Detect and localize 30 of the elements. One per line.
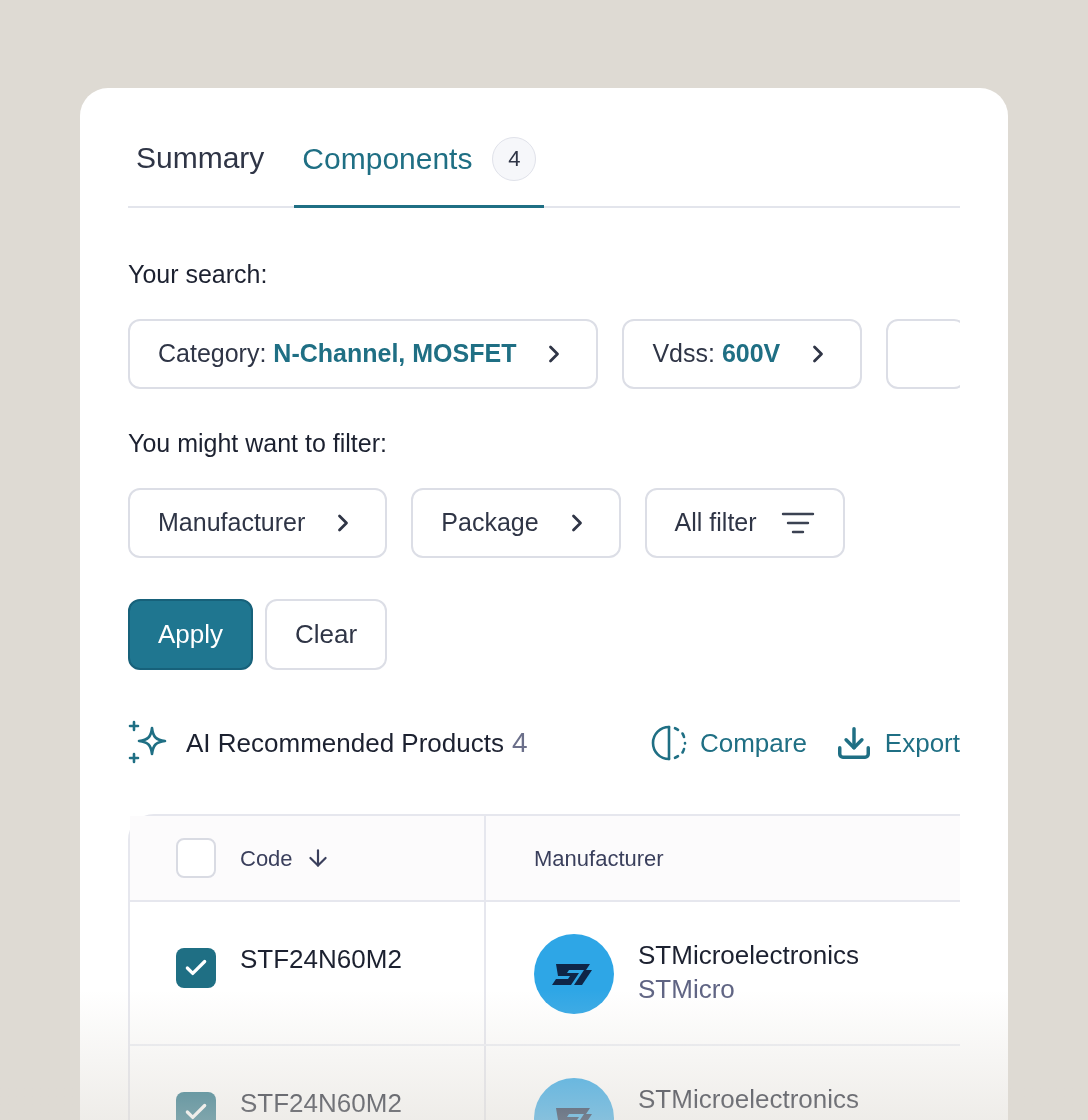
manufacturer-short-name: STMicro — [638, 973, 735, 1006]
column-header[interactable]: Code — [240, 841, 331, 875]
code-cell: STF24N60M2 — [240, 1090, 402, 1116]
filter-chip[interactable]: All filter — [644, 488, 845, 558]
checkbox[interactable] — [176, 948, 216, 988]
compare-button[interactable]: Compare — [649, 723, 807, 763]
compare-icon — [649, 724, 688, 762]
checkbox[interactable] — [176, 1092, 216, 1120]
section-label: You might want to filter: — [128, 431, 387, 456]
results-title: AI Recommended Products — [186, 726, 504, 760]
logo-icon — [534, 934, 614, 1014]
export-button[interactable]: Export — [834, 723, 960, 763]
column-header[interactable]: Manufacturer — [534, 841, 664, 875]
checkbox[interactable] — [176, 838, 216, 878]
manufacturer-name: STMicroelectronics — [638, 1083, 860, 1116]
section-label: Your search: — [128, 262, 268, 287]
tab[interactable]: Components 4 — [294, 112, 545, 208]
search-chip[interactable]: Category: N-Channel, MOSFET — [128, 319, 599, 389]
filter-icon — [780, 511, 815, 535]
filter-chip[interactable] — [886, 319, 960, 389]
clear-button[interactable]: Clear — [265, 599, 388, 670]
tab[interactable]: Summary — [128, 112, 273, 206]
manufacturer-name: STMicroelectronics — [638, 939, 860, 972]
code-cell: STF24N60M2 — [240, 946, 402, 972]
results-count: 4 — [511, 726, 528, 760]
apply-button[interactable]: Apply — [128, 599, 254, 670]
count-badge: 4 — [492, 136, 537, 181]
filter-chip[interactable]: Manufacturer — [128, 488, 388, 558]
filter-chip[interactable]: Package — [411, 488, 621, 558]
search-chip[interactable]: Vdss: 600V — [622, 319, 863, 389]
